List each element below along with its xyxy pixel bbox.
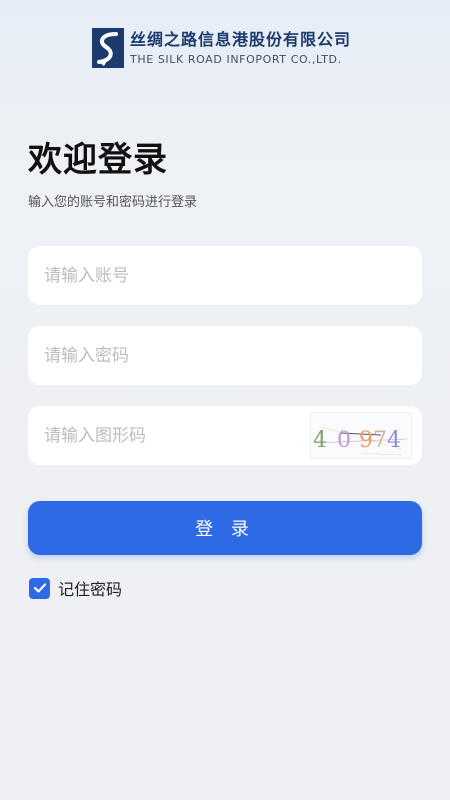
account-field-container — [28, 246, 422, 305]
password-field-container — [28, 326, 422, 385]
captcha-input[interactable] — [28, 406, 304, 465]
captcha-char: 4 — [313, 428, 327, 453]
captcha-field-container: 4 0 9 7 4 — [28, 406, 422, 465]
captcha-char: 4 — [387, 428, 401, 453]
company-name-en: THE SILK ROAD INFOPORT CO.,LTD. — [130, 52, 342, 66]
company-name-cn: 丝绸之路信息港股份有限公司 — [130, 29, 352, 49]
remember-password-label: 记住密码 — [58, 580, 123, 599]
page-title: 欢迎登录 — [28, 140, 168, 180]
captcha-image[interactable]: 4 0 9 7 4 — [310, 412, 412, 459]
captcha-char: 0 — [337, 428, 351, 453]
company-logo-icon — [92, 28, 124, 68]
login-button[interactable]: 登 录 — [28, 501, 422, 555]
account-input[interactable] — [28, 246, 304, 305]
captcha-graphic: 4 0 9 7 4 — [313, 426, 408, 456]
password-input[interactable] — [28, 326, 304, 385]
checkmark-icon — [33, 583, 46, 593]
page-subtitle: 输入您的账号和密码进行登录 — [28, 195, 198, 210]
remember-checkbox[interactable] — [29, 577, 50, 599]
captcha-char: 9 — [359, 428, 373, 453]
company-logo: 丝绸之路信息港股份有限公司 THE SILK ROAD INFOPORT CO.… — [92, 28, 351, 68]
remember-password-toggle[interactable]: 记住密码 — [29, 576, 122, 600]
captcha-char: 7 — [373, 428, 387, 453]
